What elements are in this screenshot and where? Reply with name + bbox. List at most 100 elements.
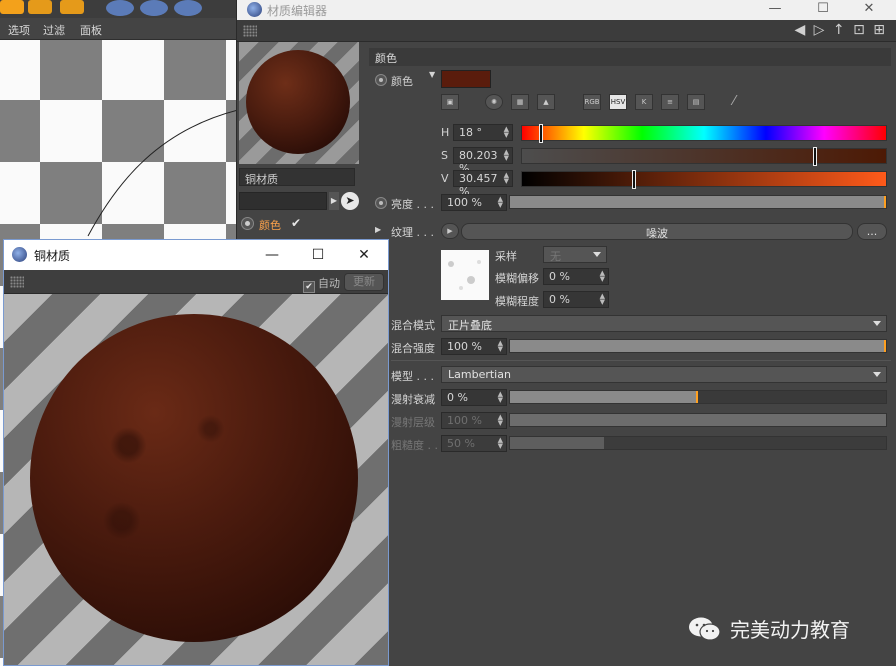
diffuse-falloff-field[interactable]: 0 % ▲ ▼ <box>441 389 507 406</box>
texture-expand-icon[interactable]: ▶ <box>375 225 381 234</box>
spin-arrows-icon[interactable]: ▲ ▼ <box>504 149 509 162</box>
material-preview[interactable] <box>239 42 359 164</box>
mix-mode-dropdown[interactable]: 正片叠底 <box>441 315 887 332</box>
texture-arrow-icon[interactable]: ▶ <box>441 223 459 239</box>
preview-close-button[interactable]: ✕ <box>342 244 386 266</box>
sampling-dropdown[interactable]: 无 <box>543 246 607 263</box>
mix-strength-field[interactable]: 100 % ▲ ▼ <box>441 338 507 355</box>
color-label: 颜色 <box>391 75 413 88</box>
texture-more-button[interactable]: ... <box>857 223 887 240</box>
menu-options[interactable]: 选项 <box>8 22 30 38</box>
image-icon[interactable]: ▲ <box>537 94 555 110</box>
saturation-gradient-slider[interactable] <box>521 148 887 165</box>
noise-thumbnail[interactable] <box>441 250 489 300</box>
preview-maximize-button[interactable]: ☐ <box>296 244 340 266</box>
preview-render[interactable] <box>4 294 388 665</box>
expand-arrow-icon[interactable]: ▶ <box>329 192 339 210</box>
dropdown-caret-icon <box>593 252 601 257</box>
spin-arrows-icon[interactable]: ▲ ▼ <box>504 126 509 139</box>
mix-mode-value: 正片叠底 <box>448 319 492 332</box>
brightness-radio-icon[interactable] <box>375 197 387 209</box>
eyedropper-icon[interactable]: ⁄ <box>733 94 735 109</box>
auto-update-toggle[interactable]: ✔ 自动 <box>303 275 340 293</box>
editor-titlebar[interactable]: 材质编辑器 — ☐ ✕ <box>237 0 896 20</box>
model-value: Lambertian <box>448 368 511 381</box>
preview-window-title: 铜材质 <box>34 249 71 263</box>
axis-x-icon[interactable] <box>106 0 134 16</box>
color-swatch[interactable] <box>441 70 491 88</box>
maximize-button[interactable]: ☐ <box>801 0 845 20</box>
hue-label: H <box>441 126 450 139</box>
kelvin-mode-button[interactable]: K <box>635 94 653 110</box>
channel-color-label: 颜色 <box>259 219 281 232</box>
material-name-field[interactable]: 铜材质 <box>239 168 355 186</box>
dropdown-caret-icon <box>873 321 881 326</box>
hue-marker[interactable] <box>540 125 543 142</box>
axis-y-icon[interactable] <box>140 0 168 16</box>
brightness-slider[interactable] <box>509 195 887 209</box>
spectrum-icon[interactable]: ▦ <box>511 94 529 110</box>
tool-icon[interactable] <box>0 0 24 14</box>
close-button[interactable]: ✕ <box>847 0 891 20</box>
value-marker[interactable] <box>633 171 636 188</box>
mixer-icon[interactable]: ≡ <box>661 94 679 110</box>
color-radio-icon[interactable] <box>375 74 387 86</box>
brightness-slider-handle[interactable] <box>884 196 886 208</box>
blur-offset-field[interactable]: 0 % ▲ ▼ <box>543 268 609 285</box>
menu-panel[interactable]: 面板 <box>80 22 102 38</box>
roughness-value: 50 % <box>447 437 475 450</box>
value-field[interactable]: 30.457 % ▲ ▼ <box>453 170 513 198</box>
update-button[interactable]: 更新 <box>344 273 384 291</box>
value-gradient-slider[interactable] <box>521 171 887 188</box>
spin-arrows-icon[interactable]: ▲ ▼ <box>498 340 503 353</box>
channel-color[interactable]: 颜色 ✔ <box>239 214 359 234</box>
material-link-field[interactable] <box>239 192 327 210</box>
hsv-mode-button[interactable]: HSV <box>609 94 627 110</box>
color-dropdown-arrow-icon[interactable]: ▼ <box>429 70 435 79</box>
spin-arrows-icon[interactable]: ▲ ▼ <box>600 293 605 306</box>
mix-strength-slider-handle[interactable] <box>884 340 886 352</box>
texture-shader-button[interactable]: 噪波 <box>461 223 853 240</box>
preview-titlebar[interactable]: 铜材质 — ☐ ✕ <box>4 240 388 270</box>
minimize-button[interactable]: — <box>753 0 797 20</box>
hue-field[interactable]: 18 ° ▲ ▼ <box>453 124 513 141</box>
grip-icon[interactable] <box>243 25 257 37</box>
spin-arrows-icon[interactable]: ▲ ▼ <box>498 391 503 404</box>
swatches-icon[interactable]: ▤ <box>687 94 705 110</box>
editor-toolbar: ◀ ▷ ↑ ⊡ ⊞ <box>237 20 896 42</box>
mix-strength-slider-fill <box>510 340 886 352</box>
roughness-label: 粗糙度 . . <box>391 439 438 452</box>
axis-z-icon[interactable] <box>174 0 202 16</box>
grip-icon[interactable] <box>10 276 24 288</box>
spin-arrows-icon[interactable]: ▲ ▼ <box>504 172 509 185</box>
channel-enabled-checkbox[interactable]: ✔ <box>291 216 305 230</box>
color-wheel-icon[interactable]: ✺ <box>485 94 503 110</box>
model-dropdown[interactable]: Lambertian <box>441 366 887 383</box>
auto-label: 自动 <box>318 277 340 290</box>
scale-tool-icon[interactable] <box>60 0 84 14</box>
mix-strength-slider[interactable] <box>509 339 887 353</box>
sampling-value: 无 <box>550 250 561 263</box>
radio-icon[interactable] <box>241 217 254 230</box>
menu-filter[interactable]: 过滤 <box>43 22 65 38</box>
spin-arrows-icon[interactable]: ▲ ▼ <box>498 196 503 209</box>
preview-minimize-button[interactable]: — <box>250 244 294 266</box>
picker-cursor-icon[interactable]: ➤ <box>341 192 359 210</box>
auto-checkbox[interactable]: ✔ <box>303 281 315 293</box>
saturation-marker[interactable] <box>813 148 816 165</box>
diffuse-level-slider <box>509 413 887 427</box>
color-picker-icon[interactable]: ▣ <box>441 94 459 110</box>
nav-arrows-icon[interactable]: ◀ ▷ ↑ ⊡ ⊞ <box>794 22 887 38</box>
blur-strength-label: 模糊程度 <box>495 295 539 308</box>
spin-arrows-icon[interactable]: ▲ ▼ <box>600 270 605 283</box>
diffuse-falloff-slider-handle[interactable] <box>696 391 698 403</box>
blur-strength-field[interactable]: 0 % ▲ ▼ <box>543 291 609 308</box>
saturation-field[interactable]: 80.203 % ▲ ▼ <box>453 147 513 175</box>
rgb-mode-button[interactable]: RGB <box>583 94 601 110</box>
hue-gradient-slider[interactable] <box>521 125 887 142</box>
mix-strength-label: 混合强度 <box>391 342 435 355</box>
brightness-field[interactable]: 100 % ▲ ▼ <box>441 194 507 211</box>
rotate-tool-icon[interactable] <box>28 0 52 14</box>
diffuse-falloff-slider[interactable] <box>509 390 887 404</box>
mix-mode-label: 混合模式 <box>391 319 435 332</box>
